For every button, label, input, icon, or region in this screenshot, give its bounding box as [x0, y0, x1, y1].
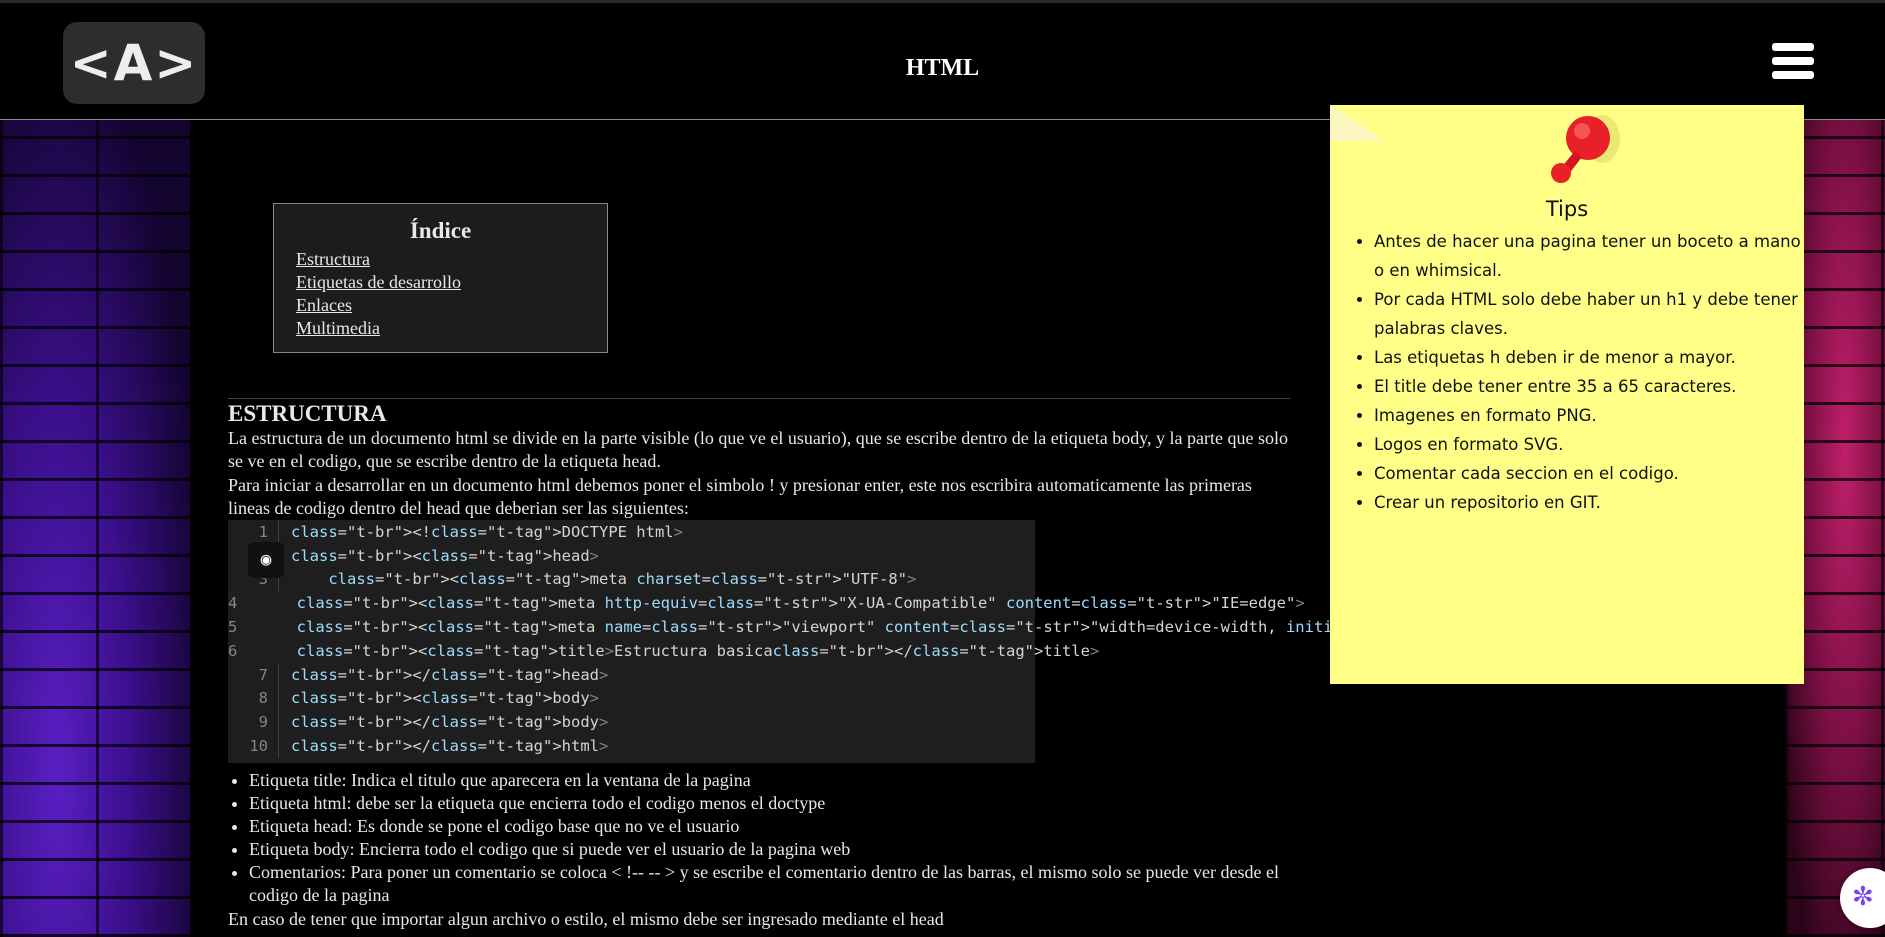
code-line: 6 class="t-br"><class="t-tag">title>Estr… — [228, 641, 1100, 660]
page-title: HTML — [905, 55, 980, 81]
code-line: 4 class="t-br"><class="t-tag">meta http-… — [228, 594, 1305, 613]
code-text: class="t-br"></class="t-tag">html> — [291, 737, 609, 756]
brain-icon: ✼ — [1852, 882, 1874, 911]
tip-item: Por cada HTML solo debe haber un h1 y de… — [1374, 285, 1804, 343]
list-item: Etiqueta html: debe ser la etiqueta que … — [249, 792, 1319, 815]
code-line: 1 class="t-br"><!class="t-tag">DOCTYPE ht… — [228, 520, 1035, 544]
code-text: class="t-br"></class="t-tag">body> — [291, 713, 609, 732]
index-link-etiquetas[interactable]: Etiquetas de desarrollo — [296, 272, 461, 292]
tip-item: Imagenes en formato PNG. — [1374, 401, 1804, 430]
tip-item: Las etiquetas h deben ir de menor a mayo… — [1374, 343, 1804, 372]
list-item: Etiqueta title: Indica el titulo que apa… — [249, 769, 1319, 792]
tip-item: Logos en formato SVG. — [1374, 430, 1804, 459]
code-text: class="t-br"><class="t-tag">meta name=cl… — [296, 618, 1464, 637]
index-link-enlaces[interactable]: Enlaces — [296, 295, 352, 315]
push-pin-icon — [1551, 115, 1620, 183]
section-heading: ESTRUCTURA — [228, 401, 387, 426]
code-text: class="t-br"><class="t-tag">body> — [291, 689, 600, 708]
list-item: Etiqueta head: Es donde se pone el codig… — [249, 815, 1319, 838]
index-title: Índice — [409, 218, 472, 243]
import-paragraph: En caso de tener que importar algun arch… — [228, 909, 944, 929]
index-link-estructura[interactable]: Estructura — [296, 249, 370, 269]
note-corner-fold — [1330, 105, 1385, 141]
tips-sticky-note: Tips Antes de hacer una pagina tener un … — [1330, 105, 1804, 684]
tips-list: Antes de hacer una pagina tener un bocet… — [1352, 227, 1804, 517]
structure-paragraph: La estructura de un documento html se di… — [228, 428, 1288, 471]
code-text: class="t-br"><class="t-tag">title>Estruc… — [296, 641, 1100, 660]
section-divider — [228, 398, 1290, 399]
list-item: Etiqueta body: Encierra todo el codigo q… — [249, 838, 1319, 861]
code-text: class="t-br"><class="t-tag">meta http-eq… — [296, 594, 1305, 613]
code-text: class="t-br"><class="t-tag">head> — [291, 546, 600, 565]
code-line: 10 class="t-br"></class="t-tag">html> — [228, 734, 1035, 758]
list-item: Comentarios: Para poner un comentario se… — [249, 861, 1319, 907]
tip-item: El title debe tener entre 35 a 65 caract… — [1374, 372, 1804, 401]
code-line: 7 class="t-br"></class="t-tag">head> — [228, 662, 1035, 687]
brain-icon[interactable]: ◉ — [248, 542, 284, 578]
tip-item: Comentar cada seccion en el codigo. — [1374, 459, 1804, 488]
site-header: <A> HTML — [0, 3, 1885, 120]
tip-item: Crear un repositorio en GIT. — [1374, 488, 1804, 517]
code-block[interactable]: 1 class="t-br"><!class="t-tag">DOCTYPE ht… — [228, 520, 1463, 763]
code-line: 2class="t-br"><class="t-tag">head> — [228, 543, 1035, 568]
code-line: 3 class="t-br"><class="t-tag">meta chars… — [228, 567, 1035, 592]
hamburger-menu-icon[interactable] — [1772, 43, 1814, 83]
code-line: 9 class="t-br"></class="t-tag">body> — [228, 710, 1035, 735]
code-text: class="t-br"><class="t-tag">meta charset… — [328, 570, 917, 589]
code-text: class="t-br"><!class="t-tag">DOCTYPE htm… — [291, 522, 683, 541]
code-line: 8 class="t-br"><class="t-tag">body> — [228, 686, 1035, 711]
code-line: 5 class="t-br"><class="t-tag">meta name=… — [228, 615, 1463, 639]
tip-item: Antes de hacer una pagina tener un bocet… — [1374, 227, 1804, 285]
index-link-multimedia[interactable]: Multimedia — [296, 318, 380, 338]
index-list: Estructura Etiquetas de desarrollo Enlac… — [296, 248, 607, 340]
setup-paragraph: Para iniciar a desarrollar en un documen… — [228, 475, 1252, 518]
code-text: class="t-br"></class="t-tag">head> — [291, 665, 609, 684]
index-box: Índice Estructura Etiquetas de desarroll… — [273, 203, 608, 353]
brick-wall-left-background — [0, 120, 190, 937]
tag-explanation-list: Etiqueta title: Indica el titulo que apa… — [228, 769, 1319, 907]
tips-title: Tips — [1545, 197, 1589, 221]
